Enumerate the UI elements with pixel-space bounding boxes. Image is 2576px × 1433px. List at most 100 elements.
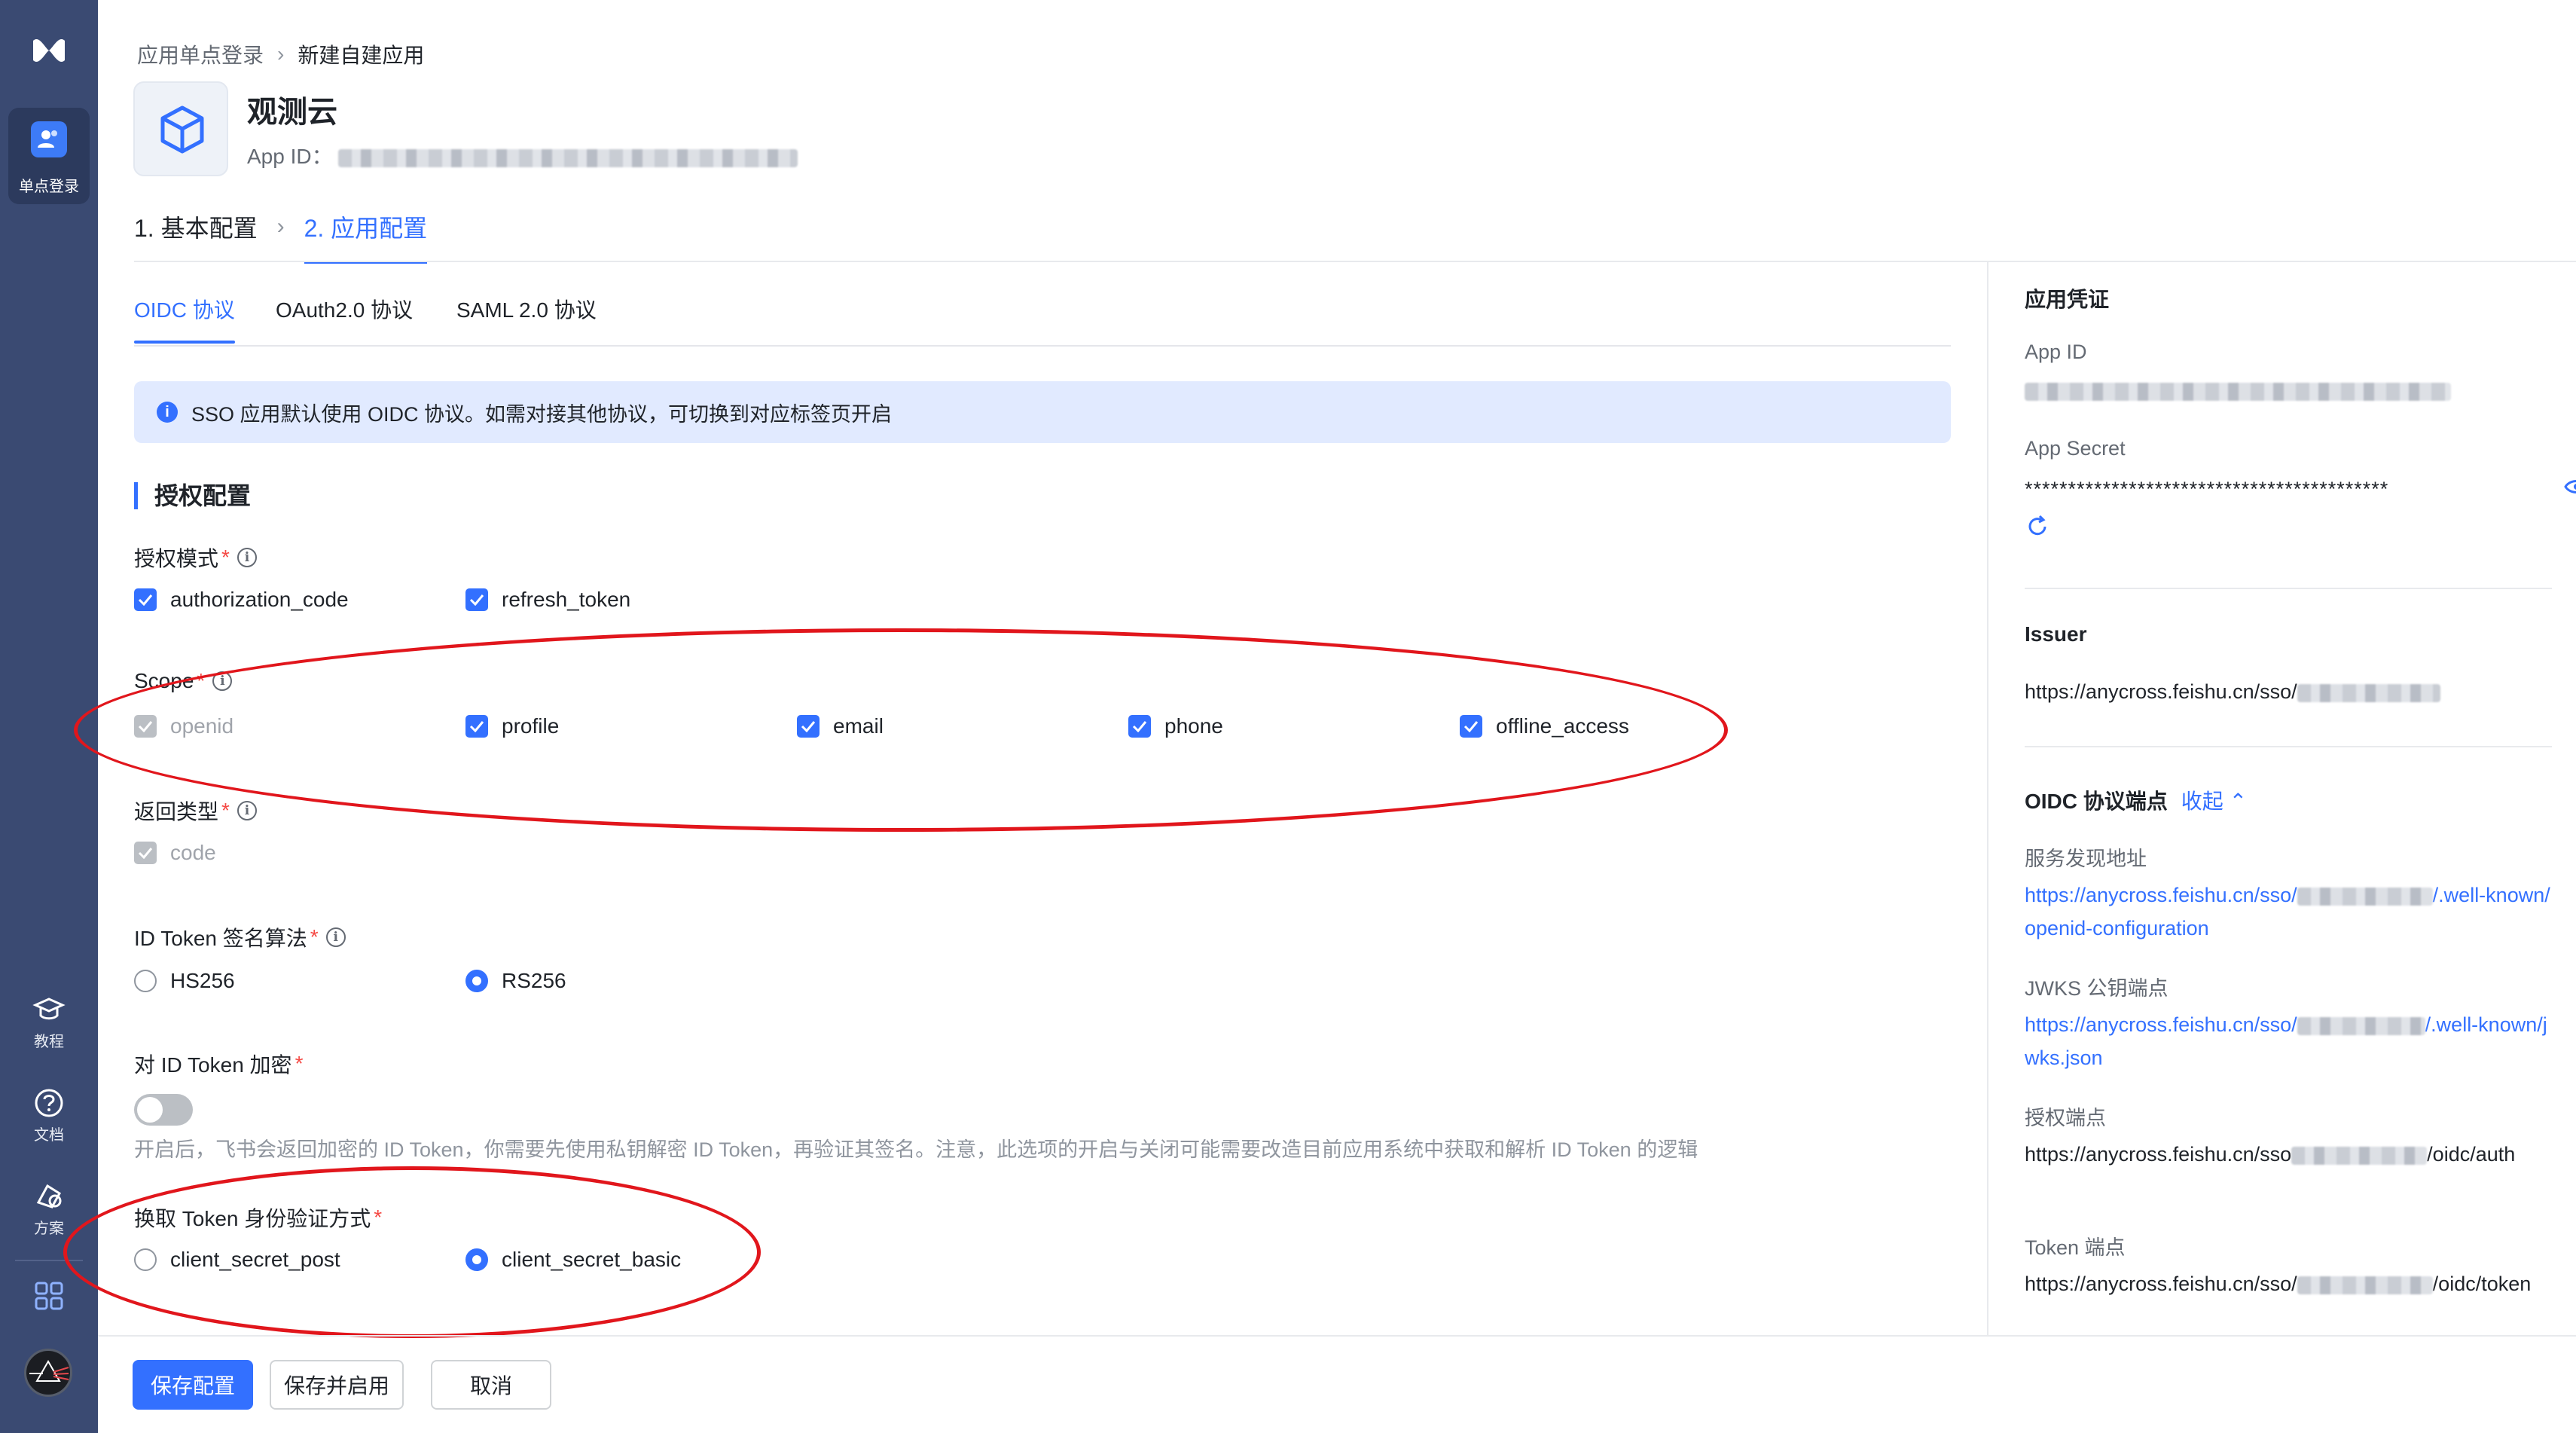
url-text: https://anycross.feishu.cn/sso/ xyxy=(2025,1273,2297,1295)
checkbox-authorization-code[interactable]: authorization_code xyxy=(134,588,349,612)
redacted-segment xyxy=(2297,1276,2433,1294)
breadcrumb-parent[interactable]: 应用单点登录 xyxy=(137,39,264,69)
id-token-encrypt-hint: 开启后，飞书会返回加密的 ID Token，你需要先使用私钥解密 ID Toke… xyxy=(134,1138,1699,1161)
checkbox-refresh-token[interactable]: refresh_token xyxy=(465,588,630,612)
divider xyxy=(2025,746,2552,747)
id-token-alg-label: ID Token 签名算法 * i xyxy=(134,922,346,952)
radio-unselected-icon xyxy=(134,1248,157,1271)
sidebar-item-sso[interactable]: 单点登录 xyxy=(8,108,90,204)
discovery-link[interactable]: https://anycross.feishu.cn/sso//.well-kn… xyxy=(2025,878,2552,945)
token-endpoint-label: Token 端点 xyxy=(2025,1236,2126,1259)
checkbox-checked-icon xyxy=(1128,715,1151,738)
sidebar-item-tutorial[interactable]: 教程 xyxy=(0,993,98,1051)
option-label: phone xyxy=(1164,714,1223,738)
sidebar-item-label: 文档 xyxy=(34,1127,64,1144)
app-secret-label: App Secret xyxy=(2025,437,2126,460)
redacted-segment xyxy=(2297,683,2440,702)
required-mark: * xyxy=(221,799,230,822)
app-id-label: App ID xyxy=(2025,341,2087,363)
checkbox-checked-icon xyxy=(465,588,488,611)
jwks-link[interactable]: https://anycross.feishu.cn/sso//.well-kn… xyxy=(2025,1008,2552,1074)
checkbox-checked-icon xyxy=(134,842,157,864)
radio-selected-icon xyxy=(465,1248,488,1271)
redacted-app-id xyxy=(338,148,798,167)
option-label: authorization_code xyxy=(170,588,349,611)
label-text: 授权模式 xyxy=(134,547,219,570)
checkbox-offline-access[interactable]: offline_access xyxy=(1460,714,1629,738)
app-icon xyxy=(133,81,228,176)
refresh-icon[interactable] xyxy=(2025,514,2050,543)
chevron-right-icon: › xyxy=(277,42,285,66)
option-label: HS256 xyxy=(170,969,235,992)
solution-icon xyxy=(36,1184,62,1208)
url-text: /oidc/token xyxy=(2432,1273,2532,1295)
divider xyxy=(134,261,2576,262)
info-icon[interactable]: i xyxy=(325,927,346,947)
collapse-label: 收起 xyxy=(2181,790,2223,813)
sidebar-item-docs[interactable]: 文档 xyxy=(0,1086,98,1144)
option-label: code xyxy=(170,841,216,864)
app-id-row: App ID： xyxy=(247,140,798,170)
url-text: https://anycross.feishu.cn/sso/ xyxy=(2025,884,2297,906)
main-content: 应用单点登录 › 新建自建应用 观测云 App ID： 1. 基本配置 › 2.… xyxy=(63,0,2576,1433)
url-text: https://anycross.feishu.cn/sso xyxy=(2025,1143,2292,1166)
auth-endpoint-value: https://anycross.feishu.cn/sso/oidc/auth xyxy=(2025,1138,2552,1171)
sidebar-item-label: 方案 xyxy=(34,1221,64,1237)
required-mark: * xyxy=(374,1205,383,1229)
label-text: 对 ID Token 加密 xyxy=(134,1053,292,1077)
tab-oidc[interactable]: OIDC 协议 xyxy=(134,294,235,344)
step-basic-config[interactable]: 1. 基本配置 xyxy=(134,209,258,244)
step-app-config[interactable]: 2. 应用配置 xyxy=(304,209,427,264)
redacted-segment xyxy=(2297,1016,2425,1035)
info-icon[interactable]: i xyxy=(237,548,257,567)
option-label: client_secret_post xyxy=(170,1248,340,1271)
tab-saml2[interactable]: SAML 2.0 协议 xyxy=(456,294,597,324)
sidebar-item-label: 教程 xyxy=(34,1034,64,1050)
protocol-tabs: OIDC 协议 OAuth2.0 协议 SAML 2.0 协议 xyxy=(134,294,1951,347)
radio-client-secret-basic[interactable]: client_secret_basic xyxy=(465,1248,681,1272)
breadcrumb: 应用单点登录 › 新建自建应用 xyxy=(137,39,424,69)
save-button[interactable]: 保存配置 xyxy=(133,1360,253,1410)
checkbox-code: code xyxy=(134,841,216,865)
required-mark: * xyxy=(221,545,230,569)
panel-divider xyxy=(1987,262,1988,1335)
token-auth-label: 换取 Token 身份验证方式 * xyxy=(134,1202,382,1233)
step-nav: 1. 基本配置 › 2. 应用配置 xyxy=(134,209,427,264)
sidebar-item-apps[interactable] xyxy=(0,1281,98,1311)
checkbox-email[interactable]: email xyxy=(797,714,884,738)
option-label: refresh_token xyxy=(502,588,631,611)
left-rail: 单点登录 教程 文档 方案 xyxy=(0,0,98,1433)
label-text: ID Token 签名算法 xyxy=(134,927,307,950)
app-logo-icon[interactable] xyxy=(29,30,69,71)
cube-icon xyxy=(160,105,204,154)
id-token-encrypt-toggle[interactable] xyxy=(134,1094,193,1126)
save-and-enable-button[interactable]: 保存并启用 xyxy=(270,1360,404,1410)
redacted-segment xyxy=(2291,1146,2428,1165)
section-title: 授权配置 xyxy=(134,482,251,509)
cancel-button[interactable]: 取消 xyxy=(431,1360,551,1410)
id-token-encrypt-label: 对 ID Token 加密 * xyxy=(134,1049,303,1079)
label-text: 返回类型 xyxy=(134,800,219,823)
tab-oauth2[interactable]: OAuth2.0 协议 xyxy=(276,294,413,324)
checkbox-checked-icon xyxy=(797,715,819,738)
info-icon[interactable]: i xyxy=(212,671,233,691)
auth-endpoint-label: 授权端点 xyxy=(2025,1107,2106,1129)
sidebar-item-solutions[interactable]: 方案 xyxy=(0,1180,98,1238)
radio-rs256[interactable]: RS256 xyxy=(465,969,566,993)
checkbox-profile[interactable]: profile xyxy=(465,714,559,738)
app-name: 观测云 xyxy=(247,96,337,129)
help-circle-icon xyxy=(35,1089,63,1117)
label-text: Scope xyxy=(134,669,194,692)
token-endpoint-value: https://anycross.feishu.cn/sso/ /oidc/tok… xyxy=(2025,1267,2552,1300)
info-icon: i xyxy=(157,402,178,423)
footer-divider xyxy=(98,1335,2576,1337)
radio-hs256[interactable]: HS256 xyxy=(134,969,235,993)
checkbox-phone[interactable]: phone xyxy=(1128,714,1223,738)
breadcrumb-current: 新建自建应用 xyxy=(298,44,425,67)
info-icon[interactable]: i xyxy=(237,801,257,820)
endpoints-title: OIDC 协议端点 收起 ⌃ xyxy=(2025,785,2247,815)
avatar[interactable] xyxy=(24,1349,72,1397)
collapse-button[interactable]: 收起 ⌃ xyxy=(2181,790,2247,813)
radio-client-secret-post[interactable]: client_secret_post xyxy=(134,1248,340,1272)
eye-icon[interactable] xyxy=(2564,478,2576,500)
